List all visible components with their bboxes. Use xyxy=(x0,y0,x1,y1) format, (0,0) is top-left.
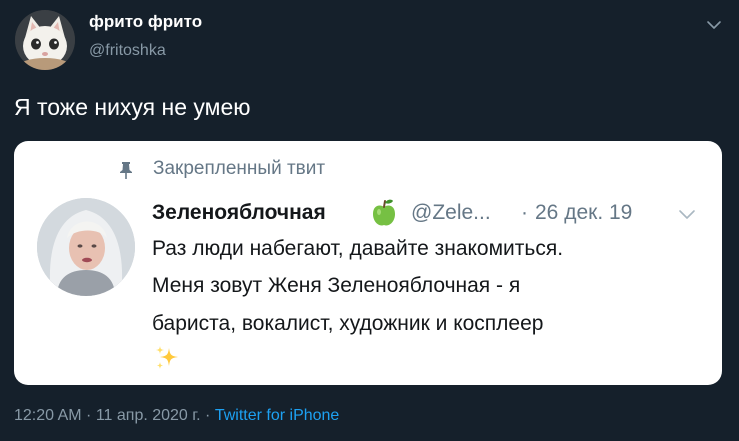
quoted-author-handle[interactable]: @Zele... xyxy=(411,201,491,225)
author-handle[interactable]: @fritoshka xyxy=(89,42,166,60)
author-display-name[interactable]: фрито фрито xyxy=(89,12,202,32)
green-apple-icon xyxy=(370,198,398,228)
tweet-menu-button[interactable] xyxy=(703,14,725,36)
quoted-author-avatar[interactable] xyxy=(37,198,135,296)
meta-separator: · xyxy=(81,407,96,424)
quoted-tweet-menu-button[interactable] xyxy=(676,205,698,225)
sparkles-icon xyxy=(154,344,182,372)
quoted-tweet-text-line: бариста, вокалист, художник и косплеер xyxy=(152,312,544,335)
quoted-author-name[interactable]: Зеленояблочная xyxy=(152,201,326,225)
chevron-down-icon xyxy=(679,210,695,219)
separator-dot: · xyxy=(521,201,528,224)
cat-avatar-icon xyxy=(15,10,75,70)
pin-icon xyxy=(118,161,134,179)
person-avatar-icon xyxy=(37,198,135,296)
quoted-tweet-card[interactable]: Закрепленный твит Зеленояблочная @Zele..… xyxy=(14,141,722,385)
quoted-tweet-text-line: Меня зовут Женя Зеленояблочная - я xyxy=(152,274,521,297)
pinned-label: Закрепленный твит xyxy=(153,158,326,179)
tweet-source-link[interactable]: Twitter for iPhone xyxy=(215,407,340,424)
quoted-tweet-text-line: Раз люди набегают, давайте знакомиться. xyxy=(152,237,564,260)
chevron-down-icon xyxy=(707,21,721,29)
quoted-tweet-date[interactable]: 26 дек. 19 xyxy=(535,201,632,225)
meta-separator: · xyxy=(200,407,215,424)
tweet-time[interactable]: 12:20 AM xyxy=(14,407,82,424)
author-avatar[interactable] xyxy=(15,10,75,70)
tweet-metadata: 12:20 AM · 11 апр. 2020 г. · Twitter for… xyxy=(14,407,339,425)
tweet-date[interactable]: 11 апр. 2020 г. xyxy=(96,407,201,424)
tweet-text: Я тоже нихуя не умею xyxy=(14,94,251,120)
